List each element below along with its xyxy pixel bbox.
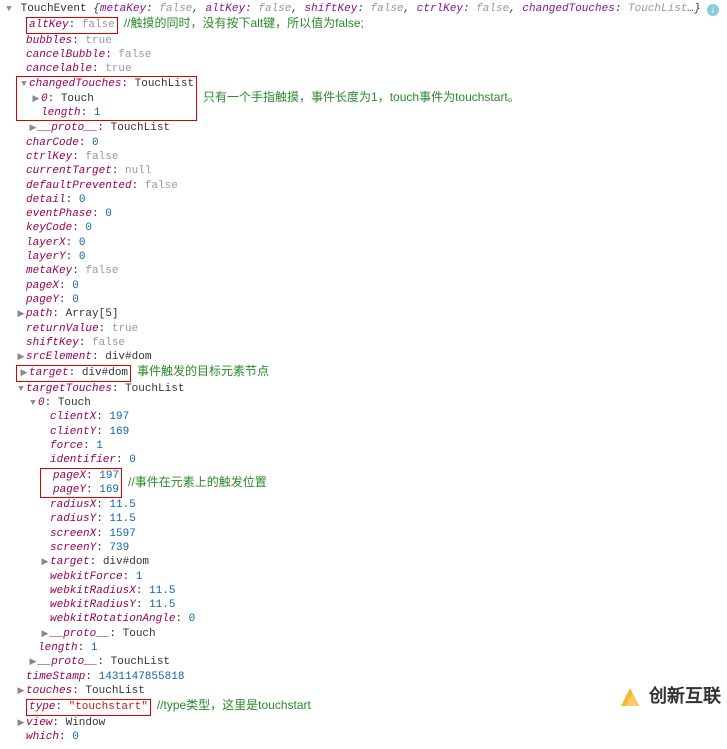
prop-row[interactable]: webkitRotationAngle: 0	[40, 612, 723, 626]
prop-row[interactable]: cancelable: true	[16, 62, 723, 76]
prop-row[interactable]: layerY: 0	[16, 250, 723, 264]
prop-row[interactable]: eventPhase: 0	[16, 207, 723, 221]
prop-row[interactable]: __proto__: TouchList	[28, 655, 723, 669]
annotation: 只有一个手指触摸，事件长度为1，touch事件为touchstart。	[203, 90, 520, 106]
prop-row[interactable]: __proto__: TouchList	[28, 121, 723, 135]
prop-row[interactable]: screenY: 739	[40, 541, 723, 555]
prop-row[interactable]: timeStamp: 1431147855818	[16, 670, 723, 684]
arrow-icon[interactable]	[19, 368, 29, 380]
arrow-icon[interactable]	[16, 718, 26, 730]
arrow-icon[interactable]	[40, 557, 50, 569]
arrow-icon[interactable]	[16, 352, 26, 364]
prop-row[interactable]: cancelBubble: false	[16, 48, 723, 62]
annotation: //type类型，这里是touchstart	[157, 698, 311, 712]
arrow-icon[interactable]	[19, 79, 29, 91]
prop-row[interactable]: defaultPrevented: false	[16, 179, 723, 193]
prop-row[interactable]: shiftKey: false	[16, 336, 723, 350]
prop-row[interactable]: altKey: false//触摸的同时，没有按下alt键，所以值为false;	[16, 16, 723, 33]
info-icon[interactable]: i	[707, 4, 719, 16]
prop-row[interactable]: bubbles: true	[16, 34, 723, 48]
annotation: 事件触发的目标元素节点	[137, 364, 269, 378]
prop-row[interactable]: ctrlKey: false	[16, 150, 723, 164]
prop-row[interactable]: radiusY: 11.5	[40, 512, 723, 526]
watermark-text: 创新互联	[649, 685, 721, 708]
arrow-icon[interactable]	[16, 384, 26, 396]
prop-row[interactable]: srcElement: div#dom	[16, 350, 723, 364]
changedTouches-box: changedTouches: TouchList 0: Touch lengt…	[16, 76, 723, 121]
arrow-icon[interactable]	[16, 309, 26, 321]
prop-row[interactable]: metaKey: false	[16, 264, 723, 278]
prop-row[interactable]: radiusX: 11.5	[40, 498, 723, 512]
prop-row[interactable]: screenX: 1597	[40, 527, 723, 541]
prop-row[interactable]: pageX: 0	[16, 279, 723, 293]
prop-row[interactable]: detail: 0	[16, 193, 723, 207]
prop-row[interactable]: view: Window	[16, 716, 723, 730]
pagexy-box: pageX: 197 pageY: 169 //事件在元素上的触发位置	[40, 468, 723, 499]
arrow-icon[interactable]	[4, 4, 14, 16]
prop-row[interactable]: targetTouches: TouchList	[16, 382, 723, 396]
prop-row[interactable]: returnValue: true	[16, 322, 723, 336]
arrow-icon[interactable]	[40, 629, 50, 641]
prop-row[interactable]: __proto__: Touch	[40, 627, 723, 641]
prop-row[interactable]: charCode: 0	[16, 136, 723, 150]
prop-row[interactable]: webkitRadiusX: 11.5	[40, 584, 723, 598]
prop-row[interactable]: target: div#dom	[40, 555, 723, 569]
type-name: TouchEvent	[21, 3, 87, 15]
prop-row[interactable]: keyCode: 0	[16, 221, 723, 235]
annotation: //触摸的同时，没有按下alt键，所以值为false;	[124, 16, 364, 30]
prop-row[interactable]: length: 1	[28, 641, 723, 655]
prop-row[interactable]: clientX: 197	[40, 410, 723, 424]
prop-row[interactable]: identifier: 0	[40, 453, 723, 467]
prop-row[interactable]: layerX: 0	[16, 236, 723, 250]
arrow-icon[interactable]	[28, 657, 38, 669]
prop-row[interactable]: pageY: 0	[16, 293, 723, 307]
prop-row[interactable]: which: 0	[16, 730, 723, 744]
arrow-icon[interactable]	[16, 686, 26, 698]
arrow-icon[interactable]	[31, 94, 41, 106]
arrow-icon[interactable]	[28, 123, 38, 135]
annotation: //事件在元素上的触发位置	[128, 475, 267, 491]
prop-row[interactable]: target: div#dom事件触发的目标元素节点	[16, 364, 723, 381]
prop-row[interactable]: 0: Touch	[28, 396, 723, 410]
watermark: 创新互联	[617, 684, 721, 710]
prop-row[interactable]: webkitRadiusY: 11.5	[40, 598, 723, 612]
object-tree: TouchEvent {metaKey: false, altKey: fals…	[0, 0, 727, 746]
prop-row[interactable]: currentTarget: null	[16, 164, 723, 178]
prop-row[interactable]: force: 1	[40, 439, 723, 453]
header-row[interactable]: TouchEvent {metaKey: false, altKey: fals…	[4, 2, 723, 16]
arrow-icon[interactable]	[28, 398, 38, 410]
prop-row[interactable]: webkitForce: 1	[40, 570, 723, 584]
prop-row[interactable]: clientY: 169	[40, 425, 723, 439]
header-summary: {metaKey: false, altKey: false, shiftKey…	[93, 3, 700, 15]
prop-row[interactable]: path: Array[5]	[16, 307, 723, 321]
logo-icon	[617, 684, 643, 710]
